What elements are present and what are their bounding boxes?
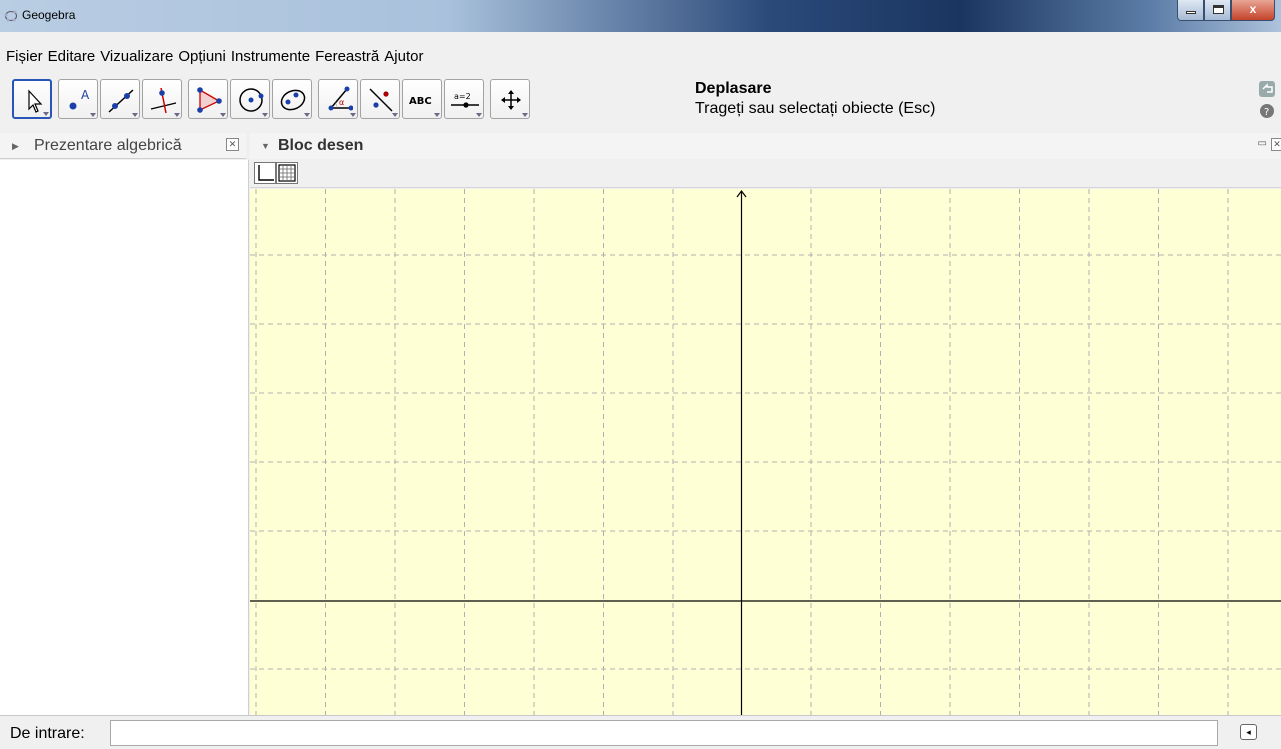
tool-menu-chevron-icon [304,113,310,117]
maximize-button[interactable] [1204,0,1231,21]
title-bar: Geogebra x [0,0,1281,32]
tool-text[interactable]: ABC [402,79,442,119]
grid-icon [278,164,296,182]
text-icon: ABC [409,96,432,107]
tool-menu-chevron-icon [392,113,398,117]
perpendicular-line-icon [150,87,177,114]
tool-ellipse[interactable] [272,79,312,119]
svg-text:a=2: a=2 [454,92,471,101]
close-panel-icon[interactable]: ✕ [226,138,239,151]
line-icon [108,89,134,113]
tool-line[interactable] [100,79,140,119]
maximize-icon [1213,5,1224,14]
tool-menu-chevron-icon [476,113,482,117]
undock-icon[interactable]: ▭ [1258,138,1267,149]
algebra-panel-title: Prezentare algebrică [34,137,182,154]
tool-perpendicular[interactable] [142,79,182,119]
slider-icon: a=2 [451,92,479,108]
undo-redo-area: ? [1257,77,1281,123]
polygon-icon [197,87,222,113]
move-arrow-icon [28,89,43,113]
input-label: De intrare: [10,725,85,742]
tool-menu-chevron-icon [522,113,528,117]
undo-icon[interactable] [1259,81,1275,97]
tool-move[interactable] [12,79,52,119]
menu-edit[interactable]: Editare [48,48,96,65]
graphics-canvas[interactable] [250,189,1281,715]
svg-text:ABC: ABC [409,96,432,107]
graphics-panel-title: Bloc desen [278,137,364,154]
tool-help-name: Deplasare [695,80,772,97]
close-button[interactable]: x [1231,0,1275,21]
circle-icon [239,88,264,112]
tool-slider[interactable]: a=2 [444,79,484,119]
algebra-view[interactable] [0,160,249,715]
ellipse-icon [280,89,306,111]
tool-menu-chevron-icon [220,113,226,117]
geogebra-logo-icon [4,10,17,22]
angle-icon: α [328,86,353,111]
tool-menu-chevron-icon [350,113,356,117]
svg-text:A: A [81,88,90,102]
point-icon: A [69,88,90,110]
minimize-icon [1186,11,1196,14]
tool-menu-chevron-icon [262,113,268,117]
show-grid-button[interactable] [276,162,298,184]
minimize-button[interactable] [1177,0,1204,21]
reflect-icon [369,88,393,112]
menu-help[interactable]: Ajutor [384,48,423,65]
collapse-arrow-icon[interactable]: ▼ [261,141,270,151]
close-icon: x [1249,2,1257,16]
show-axes-button[interactable] [254,162,276,184]
menu-tools[interactable]: Instrumente [231,48,310,65]
tool-help-description: Trageți sau selectați obiecte (Esc) [695,100,936,117]
menu-bar: Fișier Editare Vizualizare Opțiuni Instr… [0,44,428,68]
menu-view[interactable]: Vizualizare [100,48,173,65]
tool-help: Deplasare Trageți sau selectați obiecte … [695,80,935,118]
toolbar: A α ABC a=2 [12,77,532,123]
tool-menu-chevron-icon [434,113,440,117]
input-bar: De intrare: ◂ [0,715,1281,749]
window-title: Geogebra [22,8,76,22]
svg-text:α: α [339,98,344,107]
tool-circle[interactable] [230,79,270,119]
graphics-panel-header: ▼ Bloc desen ▭ ✕ [250,133,1281,159]
tool-menu-chevron-icon [174,113,180,117]
tool-polygon[interactable] [188,79,228,119]
input-field[interactable] [110,720,1218,746]
move-graphics-icon [501,90,521,110]
help-icon[interactable]: ? [1260,104,1274,118]
input-help-button[interactable]: ◂ [1240,724,1257,740]
expand-arrow-icon[interactable]: ▶ [12,141,19,152]
tool-menu-chevron-icon [132,113,138,117]
svg-text:?: ? [1264,107,1269,118]
close-panel-icon[interactable]: ✕ [1271,138,1281,151]
menu-window[interactable]: Fereastră [315,48,379,65]
tool-reflect[interactable] [360,79,400,119]
tool-angle[interactable]: α [318,79,358,119]
algebra-panel-header: ▶ Prezentare algebrică ✕ [0,133,246,159]
tool-menu-chevron-icon [43,112,49,116]
tool-move-graphics[interactable] [490,79,530,119]
style-bar [250,160,1281,188]
tool-point[interactable]: A [58,79,98,119]
menu-options[interactable]: Opțiuni [178,48,226,65]
axes-icon [258,165,274,181]
tool-menu-chevron-icon [90,113,96,117]
menu-file[interactable]: Fișier [6,48,43,65]
graphics-view[interactable] [250,189,1281,715]
